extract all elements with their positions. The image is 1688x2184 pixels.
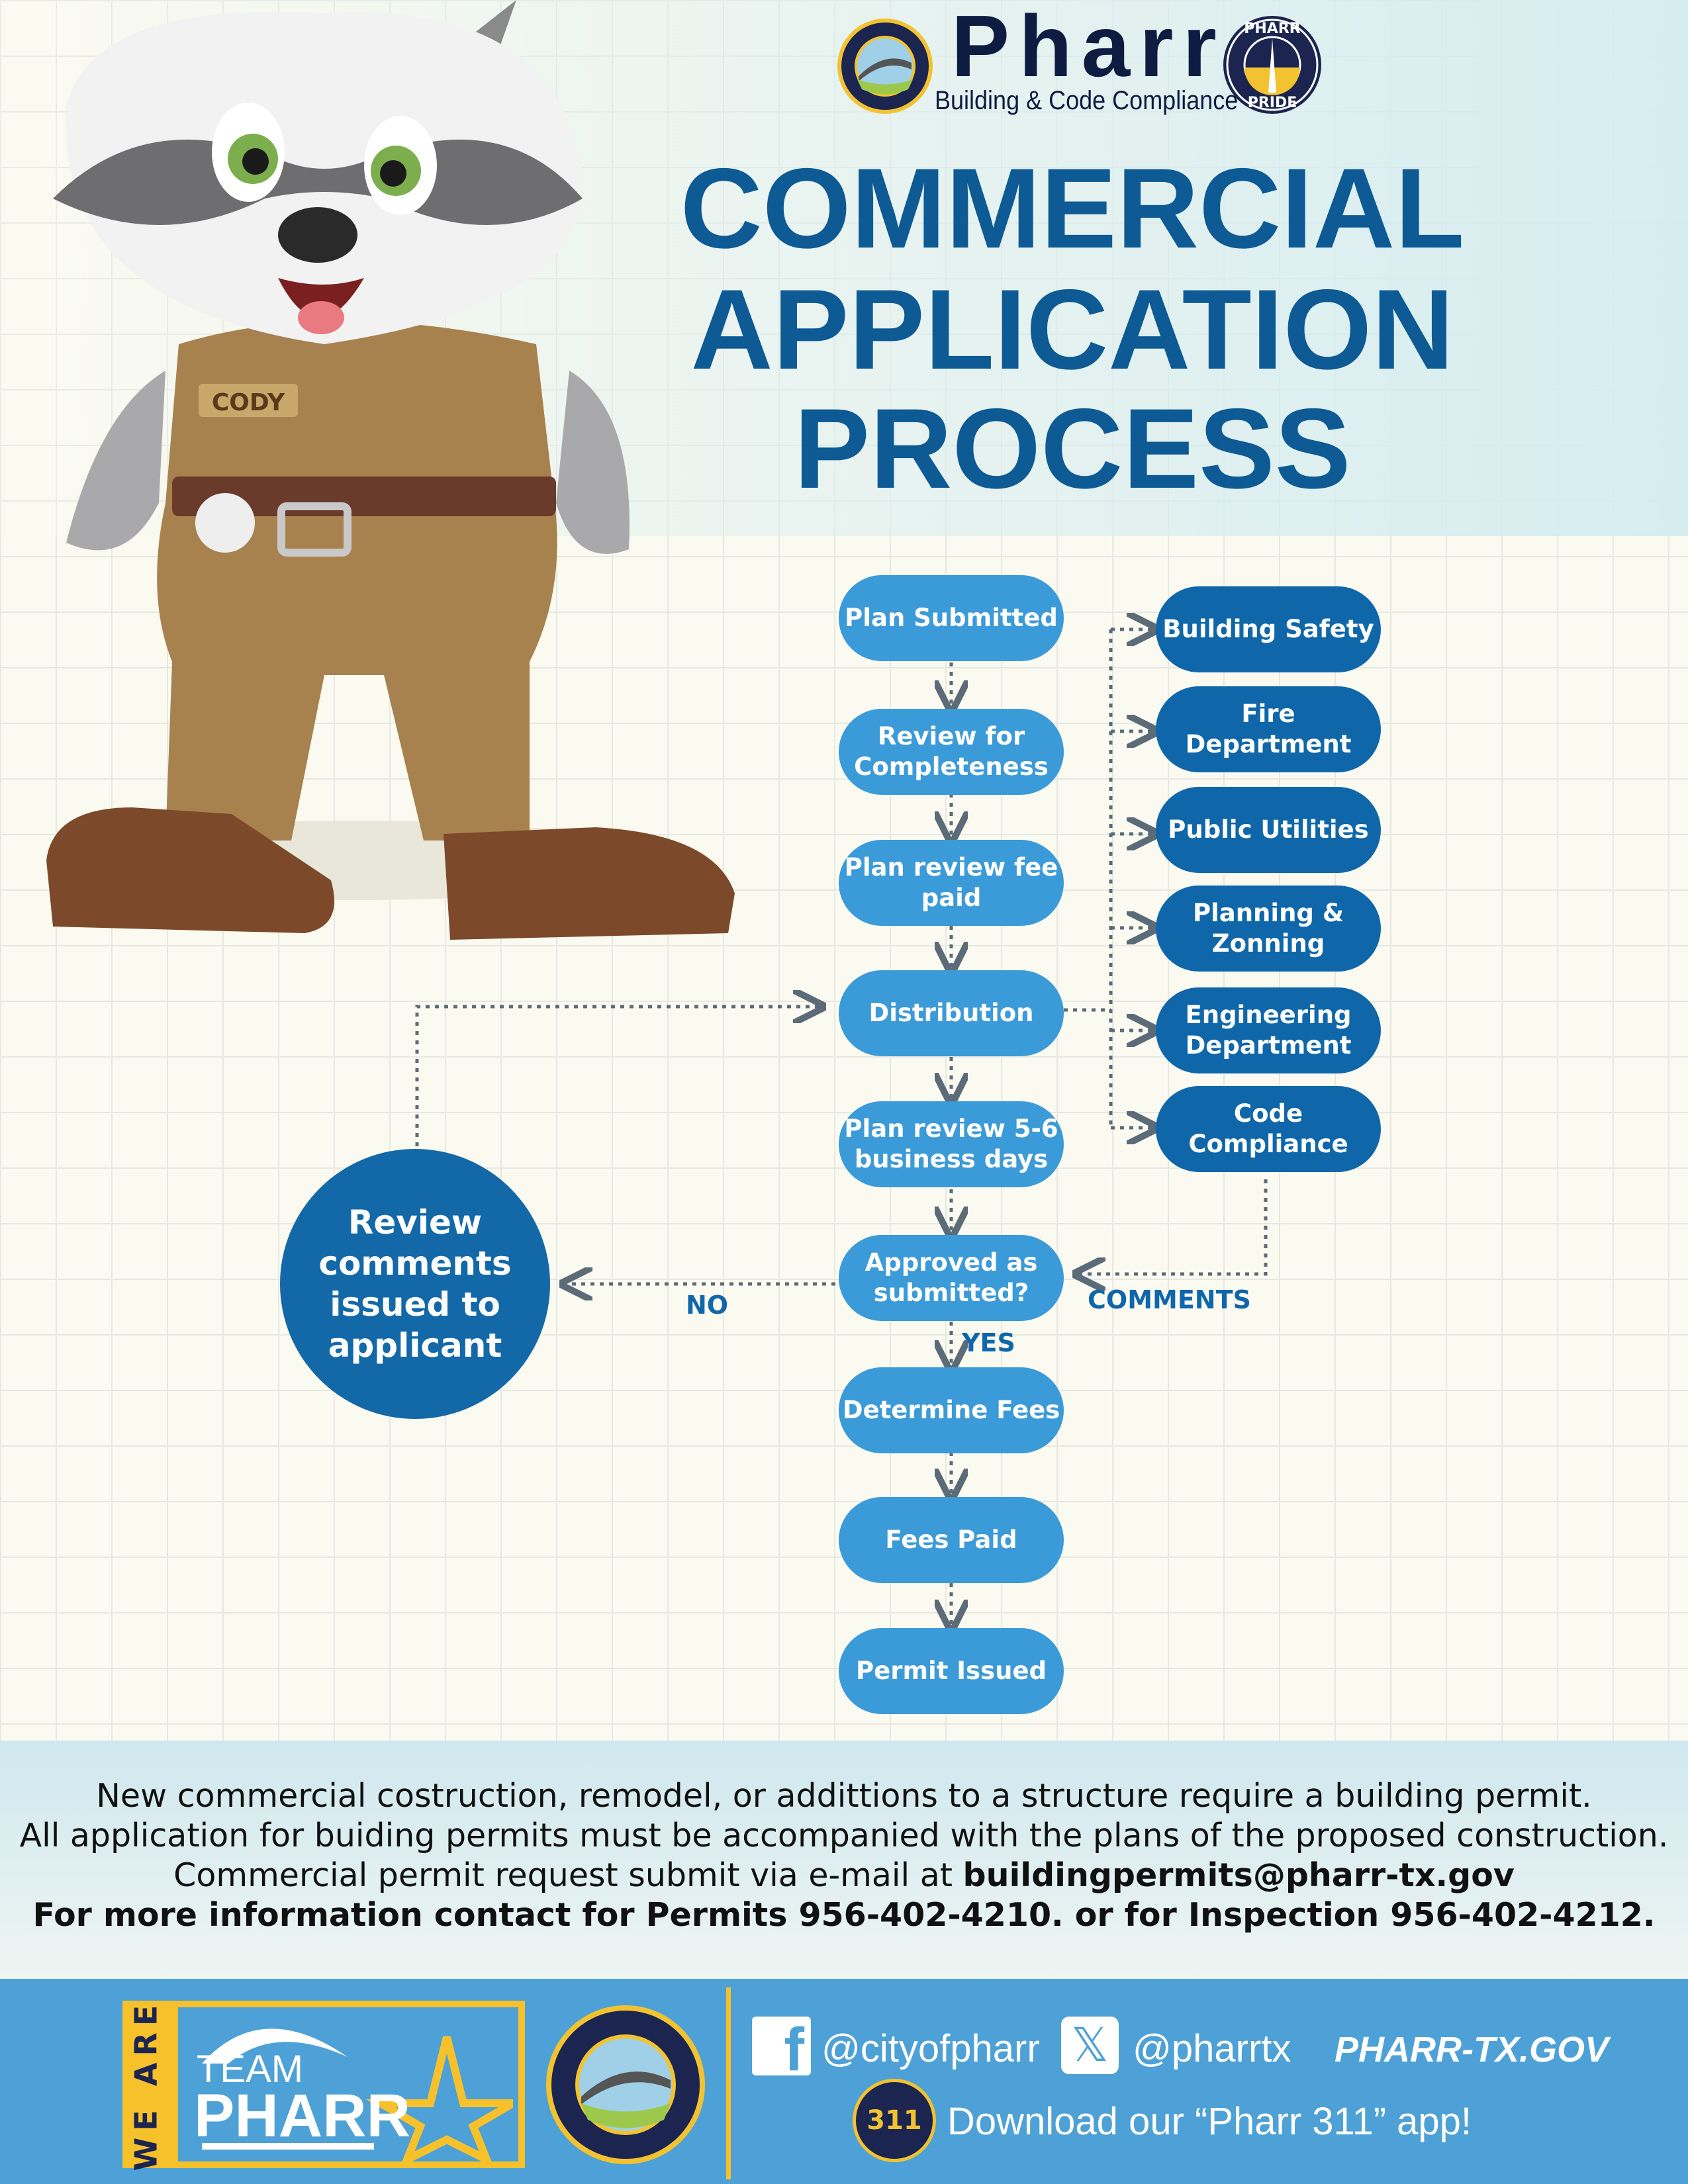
email-link[interactable]: buildingpermits@pharr-tx.gov xyxy=(963,1856,1515,1894)
footer-divider xyxy=(726,1987,731,2179)
step-plan-review-days: Plan review 5-6 business days xyxy=(839,1101,1064,1187)
step-distribution: Distribution xyxy=(839,970,1064,1056)
info-line-2: All application for buiding permits must… xyxy=(19,1817,1669,1854)
info-line-3-text: Commercial permit request submit via e-m… xyxy=(173,1856,963,1894)
info-line-4: For more information contact for Permits… xyxy=(32,1896,1656,1934)
info-line-1: New commercial costruction, remodel, or … xyxy=(96,1777,1592,1815)
step-fees-paid: Fees Paid xyxy=(839,1497,1064,1583)
dept-planning-zoning: Planning & Zonning xyxy=(1156,886,1381,972)
step-determine-fees: Determine Fees xyxy=(839,1367,1064,1453)
app-download-text[interactable]: Download our “Pharr 311” app! xyxy=(947,2099,1472,2144)
app-badge-text: 311 xyxy=(867,2105,922,2136)
step-review-completeness: Review for Completeness xyxy=(839,709,1064,795)
x-twitter-icon[interactable]: 𝕏 xyxy=(1061,2017,1119,2074)
dept-code-compliance: Code Compliance xyxy=(1156,1086,1381,1172)
no-label: NO xyxy=(686,1291,729,1320)
dept-fire: Fire Department xyxy=(1156,686,1381,772)
pharr-311-app-icon[interactable]: 311 xyxy=(853,2079,936,2162)
facebook-handle[interactable]: @cityofpharr xyxy=(821,2026,1040,2071)
facebook-icon[interactable]: f xyxy=(752,2017,811,2075)
dept-public-utilities: Public Utilities xyxy=(1156,787,1381,873)
comments-label: COMMENTS xyxy=(1088,1285,1251,1314)
city-seal-footer-icon xyxy=(546,2005,705,2164)
step-approved-decision: Approved as submitted? xyxy=(839,1235,1064,1321)
pharr-text: PHARR xyxy=(194,2082,411,2150)
dept-building-safety: Building Safety xyxy=(1156,586,1381,672)
we-are-team-pharr-logo: WE ARE TEAM PHARR xyxy=(122,1998,525,2171)
step-permit-issued: Permit Issued xyxy=(839,1628,1064,1714)
x-handle[interactable]: @pharrtx xyxy=(1133,2026,1291,2071)
review-comments-circle: Review comments issued to applicant xyxy=(280,1149,550,1419)
step-plan-review-fee-paid: Plan review fee paid xyxy=(839,840,1064,926)
dept-engineering: Engineering Department xyxy=(1156,987,1381,1073)
we-are-text: WE ARE xyxy=(128,1998,164,2171)
info-line-3: Commercial permit request submit via e-m… xyxy=(0,1856,1688,1894)
step-plan-submitted: Plan Submitted xyxy=(839,575,1064,661)
yes-label: YES xyxy=(962,1328,1015,1357)
website-link[interactable]: PHARR-TX.GOV xyxy=(1335,2029,1609,2070)
